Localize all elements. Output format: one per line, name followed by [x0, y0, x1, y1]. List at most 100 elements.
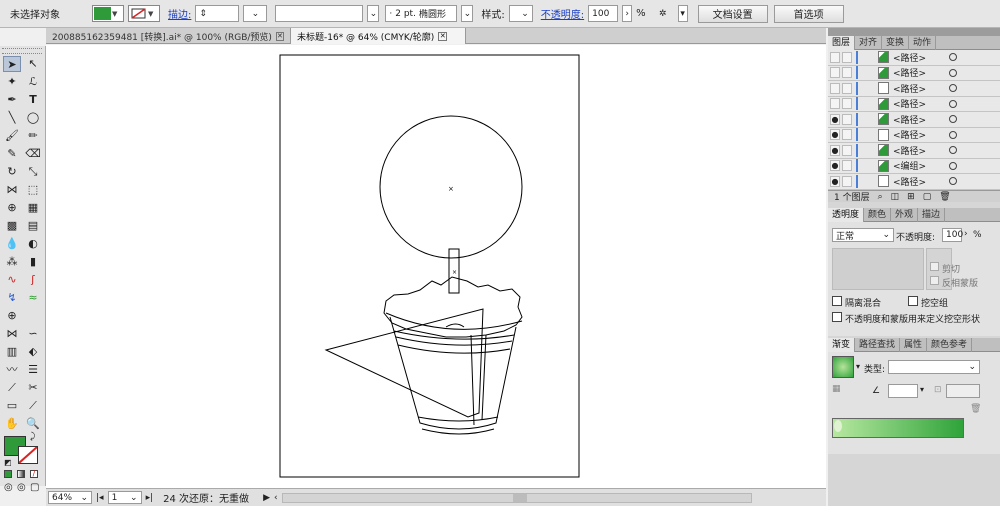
zigzag-tool-icon[interactable]: 〰 — [3, 362, 21, 378]
envelope-tool-icon[interactable]: ∽ — [24, 326, 42, 342]
default-colors-icon[interactable]: ◩ — [4, 458, 12, 467]
tab-document-2[interactable]: 未标题-16* @ 64% (CMYK/轮廓) ✕ — [291, 28, 466, 44]
clip-checkbox[interactable] — [930, 262, 939, 271]
variable-width-field[interactable] — [275, 5, 364, 22]
mesh-tool-icon[interactable]: ▩ — [3, 218, 21, 234]
brush-definition-dropdown[interactable]: ⌄ — [461, 5, 474, 22]
lasso-tool-icon[interactable]: ℒ — [24, 74, 42, 90]
rotate-tool-icon[interactable]: ↻ — [3, 164, 21, 180]
lock-toggle[interactable] — [842, 67, 852, 79]
close-icon[interactable]: ✕ — [275, 31, 284, 41]
chart-tool-icon[interactable]: ▥ — [3, 344, 21, 360]
visibility-toggle[interactable] — [830, 51, 840, 63]
opacity-mask-knockout-checkbox[interactable] — [832, 312, 842, 322]
hand-tool-icon[interactable]: ✋ — [3, 416, 21, 432]
new-sublayer-icon[interactable]: ⊞ — [907, 192, 915, 202]
live-paint-tool-icon[interactable]: ⬖ — [24, 344, 42, 360]
next-artboard-icon[interactable]: ▸| — [146, 493, 154, 503]
tab-document-1[interactable]: 200885162359481 [转换].ai* @ 100% (RGB/预览)… — [46, 28, 291, 44]
layer-row[interactable]: <路径> — [828, 96, 1000, 112]
warp-tool-icon[interactable]: ∿ — [3, 272, 21, 288]
gradient-stop-left[interactable] — [834, 420, 842, 432]
aspect-ratio-field[interactable] — [946, 384, 980, 398]
stroke-weight-dropdown[interactable]: ⌄ — [243, 5, 268, 22]
gradient-type-select[interactable]: ⌄ — [888, 360, 980, 374]
target-icon[interactable] — [949, 161, 957, 170]
tab-attributes[interactable]: 属性 — [900, 338, 928, 352]
visibility-toggle[interactable] — [830, 82, 840, 94]
lock-toggle[interactable] — [842, 160, 852, 172]
tab-align[interactable]: 对齐 — [855, 36, 883, 50]
make-clip-mask-icon[interactable]: ◫ — [891, 192, 900, 202]
eye-icon[interactable]: ● — [830, 144, 840, 156]
trash-icon[interactable]: 🗑 — [970, 404, 981, 414]
recolor-dropdown[interactable]: ▾ — [677, 5, 688, 22]
line-tool-icon[interactable]: ╲ — [3, 110, 21, 126]
zoom-field[interactable]: 64% ⌄ — [48, 491, 92, 504]
zoom-tool-icon[interactable]: 🔍 — [24, 416, 42, 432]
tab-color[interactable]: 颜色 — [864, 208, 892, 222]
opacity-field[interactable]: 100 — [588, 5, 619, 22]
magic-wand-tool-icon[interactable]: ✦ — [3, 74, 21, 90]
artboard-canvas[interactable]: × × — [46, 45, 826, 488]
tab-appearance[interactable]: 外观 — [891, 208, 919, 222]
lock-toggle[interactable] — [842, 82, 852, 94]
ellipse-tool-icon[interactable]: ◯ — [24, 110, 42, 126]
eraser-tool-icon[interactable]: ⌫ — [24, 146, 42, 162]
gradient-slider[interactable] — [832, 418, 964, 438]
layer-row[interactable]: ● <路径> — [828, 174, 1000, 190]
screen-mode-icon[interactable]: ▢ — [30, 482, 39, 493]
opacity-dropdown[interactable]: › — [622, 5, 633, 22]
rectangle-tool-icon[interactable]: ▭ — [3, 398, 21, 414]
fill-color-button[interactable]: ▼ — [92, 5, 124, 22]
crystallize-tool-icon[interactable]: ≈ — [24, 290, 42, 306]
symbol-sprayer-tool-icon[interactable]: ⁂ — [3, 254, 21, 270]
close-icon[interactable]: ✕ — [438, 31, 448, 41]
eye-icon[interactable]: ● — [830, 160, 840, 172]
angle-field[interactable] — [888, 384, 918, 398]
lock-toggle[interactable] — [842, 51, 852, 63]
panel-opacity-field[interactable]: 100 — [942, 228, 963, 242]
graphic-style-field[interactable]: ⌄ — [508, 5, 533, 22]
tab-color-guide[interactable]: 颜色参考 — [927, 338, 973, 352]
width-profile-icon[interactable]: ⋈ — [3, 326, 21, 342]
brush-definition-field[interactable]: · 2 pt. 椭圆形 — [385, 5, 458, 22]
gradient-tool-icon[interactable]: ▤ — [24, 218, 42, 234]
scale-tool-icon[interactable]: ⤡ — [24, 164, 42, 180]
scrollbar-thumb[interactable] — [512, 493, 527, 502]
pencil-tool-icon[interactable]: ✏ — [24, 128, 42, 144]
stroke-color-button[interactable]: ▼ — [128, 5, 160, 22]
layer-row[interactable]: <路径> — [828, 65, 1000, 81]
horizontal-scrollbar[interactable] — [281, 492, 752, 503]
layer-row[interactable]: ● <编组> — [828, 158, 1000, 174]
knockout-group-checkbox[interactable] — [908, 296, 918, 306]
blend-tool-icon[interactable]: ◐ — [24, 236, 42, 252]
gradient-mode-icon[interactable] — [17, 470, 25, 478]
tab-layers[interactable]: 图层 — [828, 36, 856, 50]
eyedropper-tool-icon[interactable]: 💧 — [3, 236, 21, 252]
none-mode-icon[interactable]: / — [30, 470, 38, 478]
chevron-down-icon[interactable]: ▾ — [920, 385, 924, 394]
tab-actions[interactable]: 动作 — [909, 36, 937, 50]
status-menu-icon[interactable]: ▶ — [263, 493, 270, 503]
scroll-left-icon[interactable]: ‹ — [274, 493, 278, 503]
pen-tool-icon[interactable]: ✒ — [3, 92, 21, 108]
layer-row[interactable]: ● <路径> — [828, 127, 1000, 143]
variable-width-dropdown[interactable]: ⌄ — [367, 5, 380, 22]
tab-transform[interactable]: 变换 — [882, 36, 910, 50]
swap-colors-icon[interactable]: ⤸ — [30, 432, 35, 442]
selection-tool-icon[interactable]: ➤ — [3, 56, 21, 72]
pucker-tool-icon[interactable]: ↯ — [3, 290, 21, 306]
tab-gradient[interactable]: 渐变 — [828, 338, 856, 352]
eye-icon[interactable]: ● — [830, 175, 840, 187]
scissors-tool-icon[interactable]: ✂ — [24, 380, 42, 396]
draw-normal-icon[interactable]: ◎ — [4, 482, 13, 493]
direct-selection-tool-icon[interactable]: ↖ — [24, 56, 42, 72]
artboard-tool-icon[interactable]: ⊕ — [3, 308, 21, 324]
blend-mode-select[interactable]: 正常 ⌄ — [832, 228, 894, 242]
draw-behind-icon[interactable]: ◎ — [17, 482, 26, 493]
target-icon[interactable] — [949, 99, 957, 108]
target-icon[interactable] — [949, 130, 957, 139]
lock-toggle[interactable] — [842, 175, 852, 187]
color-mode-icon[interactable] — [4, 470, 12, 478]
